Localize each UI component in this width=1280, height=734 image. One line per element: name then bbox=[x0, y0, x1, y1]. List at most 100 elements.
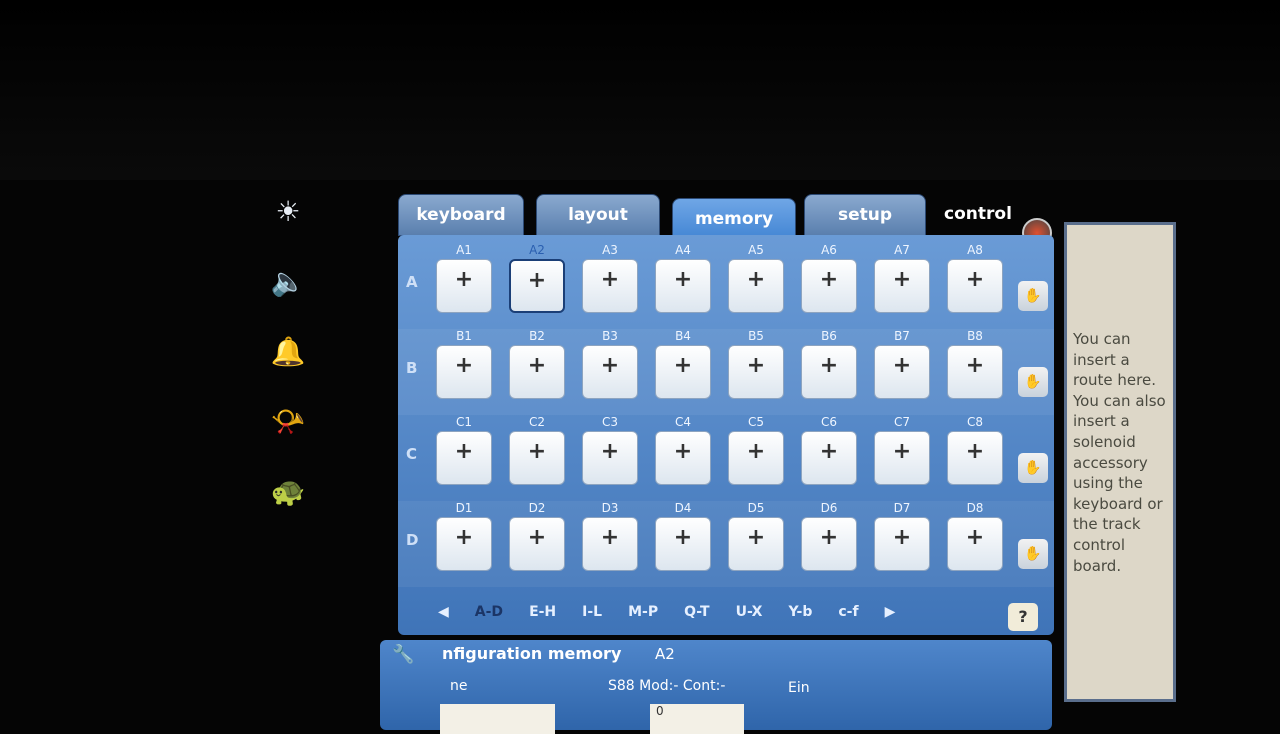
memory-slot-A8[interactable]: A8 + bbox=[939, 243, 1011, 313]
next-page-icon[interactable]: ▶ bbox=[885, 604, 896, 620]
add-route-icon[interactable]: + bbox=[801, 345, 857, 399]
turtle-icon[interactable]: 🐢 bbox=[268, 475, 308, 508]
page-M-P[interactable]: M-P bbox=[628, 604, 658, 620]
speaker-icon[interactable]: 🔈 bbox=[268, 265, 308, 298]
slot-label: A2 bbox=[529, 243, 545, 257]
memory-slot-A2[interactable]: A2 + bbox=[501, 243, 573, 313]
tab-setup[interactable]: setup bbox=[804, 194, 926, 236]
memory-row-B: B B1 + B2 + B3 + B4 + B5 + B6 + B7 + B8 + ✋ bbox=[398, 329, 1054, 415]
add-route-icon[interactable]: + bbox=[947, 345, 1003, 399]
slot-label: A4 bbox=[675, 243, 691, 257]
horn-icon[interactable]: 📯 bbox=[268, 405, 308, 438]
add-route-icon[interactable]: + bbox=[509, 431, 565, 485]
info-text: You can insert a route here. You can als… bbox=[1073, 330, 1166, 575]
light-icon[interactable]: ☀ bbox=[268, 195, 308, 228]
add-route-icon[interactable]: + bbox=[655, 431, 711, 485]
tab-keyboard[interactable]: keyboard bbox=[398, 194, 524, 236]
add-route-icon[interactable]: + bbox=[436, 345, 492, 399]
tab-control[interactable]: control bbox=[930, 194, 1026, 234]
memory-slot-A4[interactable]: A4 + bbox=[647, 243, 719, 313]
memory-slot-B4[interactable]: B4 + bbox=[647, 329, 719, 399]
page-U-X[interactable]: U-X bbox=[736, 604, 763, 620]
bell-icon[interactable]: 🔔 bbox=[268, 335, 308, 368]
memory-slot-B1[interactable]: B1 + bbox=[428, 329, 500, 399]
row-hand-icon[interactable]: ✋ bbox=[1018, 539, 1048, 569]
memory-slot-A1[interactable]: A1 + bbox=[428, 243, 500, 313]
add-route-icon[interactable]: + bbox=[801, 517, 857, 571]
memory-slot-A6[interactable]: A6 + bbox=[793, 243, 865, 313]
add-route-icon[interactable]: + bbox=[801, 259, 857, 313]
memory-slot-D7[interactable]: D7 + bbox=[866, 501, 938, 571]
add-route-icon[interactable]: + bbox=[874, 259, 930, 313]
name-input[interactable] bbox=[440, 704, 555, 734]
add-route-icon[interactable]: + bbox=[728, 345, 784, 399]
help-button[interactable]: ? bbox=[1008, 603, 1038, 631]
memory-slot-A5[interactable]: A5 + bbox=[720, 243, 792, 313]
memory-slot-A3[interactable]: A3 + bbox=[574, 243, 646, 313]
page-A-D[interactable]: A-D bbox=[475, 604, 503, 620]
memory-slot-C4[interactable]: C4 + bbox=[647, 415, 719, 485]
page-I-L[interactable]: I-L bbox=[582, 604, 602, 620]
page-Y-b[interactable]: Y-b bbox=[788, 604, 812, 620]
add-route-icon[interactable]: + bbox=[874, 431, 930, 485]
memory-slot-C7[interactable]: C7 + bbox=[866, 415, 938, 485]
page-Q-T[interactable]: Q-T bbox=[684, 604, 709, 620]
memory-slot-B8[interactable]: B8 + bbox=[939, 329, 1011, 399]
memory-slot-D5[interactable]: D5 + bbox=[720, 501, 792, 571]
add-route-icon[interactable]: + bbox=[947, 431, 1003, 485]
add-route-icon[interactable]: + bbox=[655, 259, 711, 313]
memory-slot-D3[interactable]: D3 + bbox=[574, 501, 646, 571]
add-route-icon[interactable]: + bbox=[874, 517, 930, 571]
add-route-icon[interactable]: + bbox=[436, 259, 492, 313]
add-route-icon[interactable]: + bbox=[874, 345, 930, 399]
row-hand-icon[interactable]: ✋ bbox=[1018, 367, 1048, 397]
add-route-icon[interactable]: + bbox=[436, 517, 492, 571]
add-route-icon[interactable]: + bbox=[801, 431, 857, 485]
memory-slot-B6[interactable]: B6 + bbox=[793, 329, 865, 399]
slot-label: C8 bbox=[966, 415, 983, 429]
memory-slot-D4[interactable]: D4 + bbox=[647, 501, 719, 571]
memory-slot-D8[interactable]: D8 + bbox=[939, 501, 1011, 571]
row-hand-icon[interactable]: ✋ bbox=[1018, 453, 1048, 483]
memory-slot-A7[interactable]: A7 + bbox=[866, 243, 938, 313]
add-route-icon[interactable]: + bbox=[947, 259, 1003, 313]
add-route-icon[interactable]: + bbox=[655, 345, 711, 399]
row-hand-icon[interactable]: ✋ bbox=[1018, 281, 1048, 311]
memory-slot-D2[interactable]: D2 + bbox=[501, 501, 573, 571]
slot-label: A3 bbox=[602, 243, 618, 257]
memory-slot-C3[interactable]: C3 + bbox=[574, 415, 646, 485]
add-route-icon[interactable]: + bbox=[582, 345, 638, 399]
page-c-f[interactable]: c-f bbox=[838, 604, 858, 620]
memory-row-C: C C1 + C2 + C3 + C4 + C5 + C6 + C7 + C8 + ✋ bbox=[398, 415, 1054, 501]
memory-slot-D6[interactable]: D6 + bbox=[793, 501, 865, 571]
add-route-icon[interactable]: + bbox=[655, 517, 711, 571]
add-route-icon[interactable]: + bbox=[509, 345, 565, 399]
value-input[interactable]: 0 bbox=[650, 704, 744, 734]
add-route-icon[interactable]: + bbox=[582, 431, 638, 485]
add-route-icon[interactable]: + bbox=[728, 431, 784, 485]
add-route-icon[interactable]: + bbox=[436, 431, 492, 485]
memory-slot-C1[interactable]: C1 + bbox=[428, 415, 500, 485]
add-route-icon[interactable]: + bbox=[728, 517, 784, 571]
memory-slot-B7[interactable]: B7 + bbox=[866, 329, 938, 399]
memory-slot-C5[interactable]: C5 + bbox=[720, 415, 792, 485]
memory-slot-C2[interactable]: C2 + bbox=[501, 415, 573, 485]
tab-layout[interactable]: layout bbox=[536, 194, 660, 236]
add-route-icon[interactable]: + bbox=[582, 259, 638, 313]
background bbox=[0, 0, 1280, 180]
prev-page-icon[interactable]: ◀ bbox=[438, 604, 449, 620]
memory-slot-C6[interactable]: C6 + bbox=[793, 415, 865, 485]
memory-slot-D1[interactable]: D1 + bbox=[428, 501, 500, 571]
memory-slot-B3[interactable]: B3 + bbox=[574, 329, 646, 399]
add-route-icon[interactable]: + bbox=[582, 517, 638, 571]
slot-label: B4 bbox=[675, 329, 691, 343]
slot-label: A8 bbox=[967, 243, 983, 257]
add-route-icon[interactable]: + bbox=[728, 259, 784, 313]
memory-slot-B5[interactable]: B5 + bbox=[720, 329, 792, 399]
add-route-icon[interactable]: + bbox=[509, 517, 565, 571]
add-route-icon[interactable]: + bbox=[509, 259, 565, 313]
page-E-H[interactable]: E-H bbox=[529, 604, 556, 620]
memory-slot-C8[interactable]: C8 + bbox=[939, 415, 1011, 485]
add-route-icon[interactable]: + bbox=[947, 517, 1003, 571]
memory-slot-B2[interactable]: B2 + bbox=[501, 329, 573, 399]
